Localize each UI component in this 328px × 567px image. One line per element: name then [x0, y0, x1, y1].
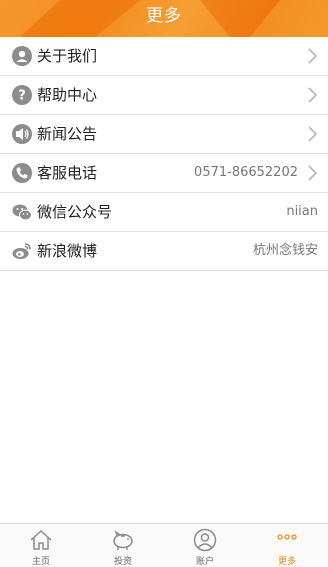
chevron-right-icon: [308, 126, 317, 142]
tab-account[interactable]: 账户: [164, 524, 246, 567]
weibo-icon: [12, 243, 31, 259]
bottom-tab-bar: 主页 投资 账户 更多: [0, 523, 328, 567]
wechat-account-id: niian: [286, 204, 318, 219]
piggy-bank-icon: [113, 530, 133, 550]
tab-label: 投资: [113, 557, 132, 567]
customer-service-phone: 0571-86652202: [194, 165, 298, 180]
weibo-account-name: 杭州念钱安: [252, 243, 318, 258]
menu-item-label: 客服电话: [37, 164, 98, 182]
chevron-right-icon: [308, 165, 317, 181]
help-icon: ?: [12, 85, 32, 105]
wechat-icon: [12, 204, 32, 221]
home-icon: [30, 529, 52, 550]
more-icon: [277, 534, 297, 540]
menu-item-help[interactable]: ? 帮助中心: [0, 76, 328, 115]
menu-item-label: 关于我们: [37, 47, 98, 65]
header-bar: 更多: [0, 0, 328, 37]
tab-more[interactable]: 更多: [246, 524, 328, 567]
tab-label: 账户: [195, 557, 214, 567]
tab-home[interactable]: 主页: [0, 524, 82, 567]
menu-item-wechat[interactable]: 微信公众号 niian: [0, 193, 328, 232]
chevron-right-icon: [308, 87, 317, 103]
menu-item-label: 微信公众号: [37, 203, 113, 221]
menu-item-about[interactable]: 关于我们: [0, 37, 328, 76]
menu-item-label: 新闻公告: [37, 125, 98, 143]
about-icon: [12, 46, 32, 66]
account-icon: [193, 528, 217, 552]
menu-item-weibo[interactable]: 新浪微博 杭州念钱安: [0, 232, 328, 271]
menu-item-label: 帮助中心: [37, 86, 98, 104]
tab-invest[interactable]: 投资: [82, 524, 164, 567]
page-title: 更多: [146, 6, 182, 26]
menu-item-customer-service[interactable]: 客服电话 0571-86652202: [0, 154, 328, 193]
chevron-right-icon: [308, 48, 317, 64]
more-menu-list: 关于我们 ? 帮助中心 新闻公告 客服电话 0571-86652202 微信公众…: [0, 37, 328, 271]
menu-item-label: 新浪微博: [37, 242, 98, 260]
announcement-icon: [12, 124, 32, 144]
tab-label: 更多: [277, 557, 296, 567]
phone-icon: [12, 163, 32, 183]
tab-label: 主页: [31, 557, 50, 567]
menu-item-announcement[interactable]: 新闻公告: [0, 115, 328, 154]
svg-text:?: ?: [18, 89, 26, 104]
